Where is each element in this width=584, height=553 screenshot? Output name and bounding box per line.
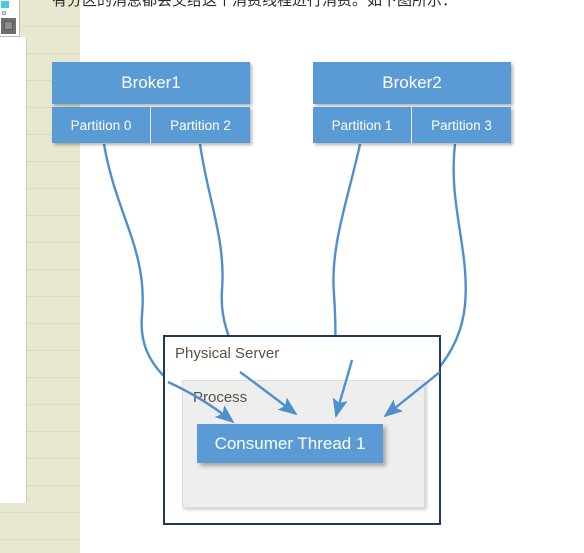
process-label: Process bbox=[193, 389, 248, 406]
partition-cell-partition-3[interactable]: Partition 3 bbox=[412, 107, 511, 143]
partition-cell-partition-1[interactable]: Partition 1 bbox=[313, 107, 412, 143]
partition-cell-partition-0[interactable]: Partition 0 bbox=[52, 107, 151, 143]
page-root: 有分区的消息都会交给这个消费线程进行消费。如下图所示： Broker1 Part… bbox=[0, 0, 584, 553]
broker-header-1[interactable]: Broker1 bbox=[52, 62, 250, 104]
consumer-thread-1-box[interactable]: Consumer Thread 1 bbox=[197, 424, 383, 463]
broker-2-partition-row: Partition 1 Partition 3 bbox=[313, 107, 511, 143]
partition-cell-partition-2[interactable]: Partition 2 bbox=[151, 107, 250, 143]
kafka-consumer-diagram: Broker1 Partition 0 Partition 2 Broker2 … bbox=[0, 0, 584, 553]
broker-header-2[interactable]: Broker2 bbox=[313, 62, 511, 104]
broker-1-partition-row: Partition 0 Partition 2 bbox=[52, 107, 250, 143]
physical-server-label: Physical Server bbox=[175, 345, 280, 362]
